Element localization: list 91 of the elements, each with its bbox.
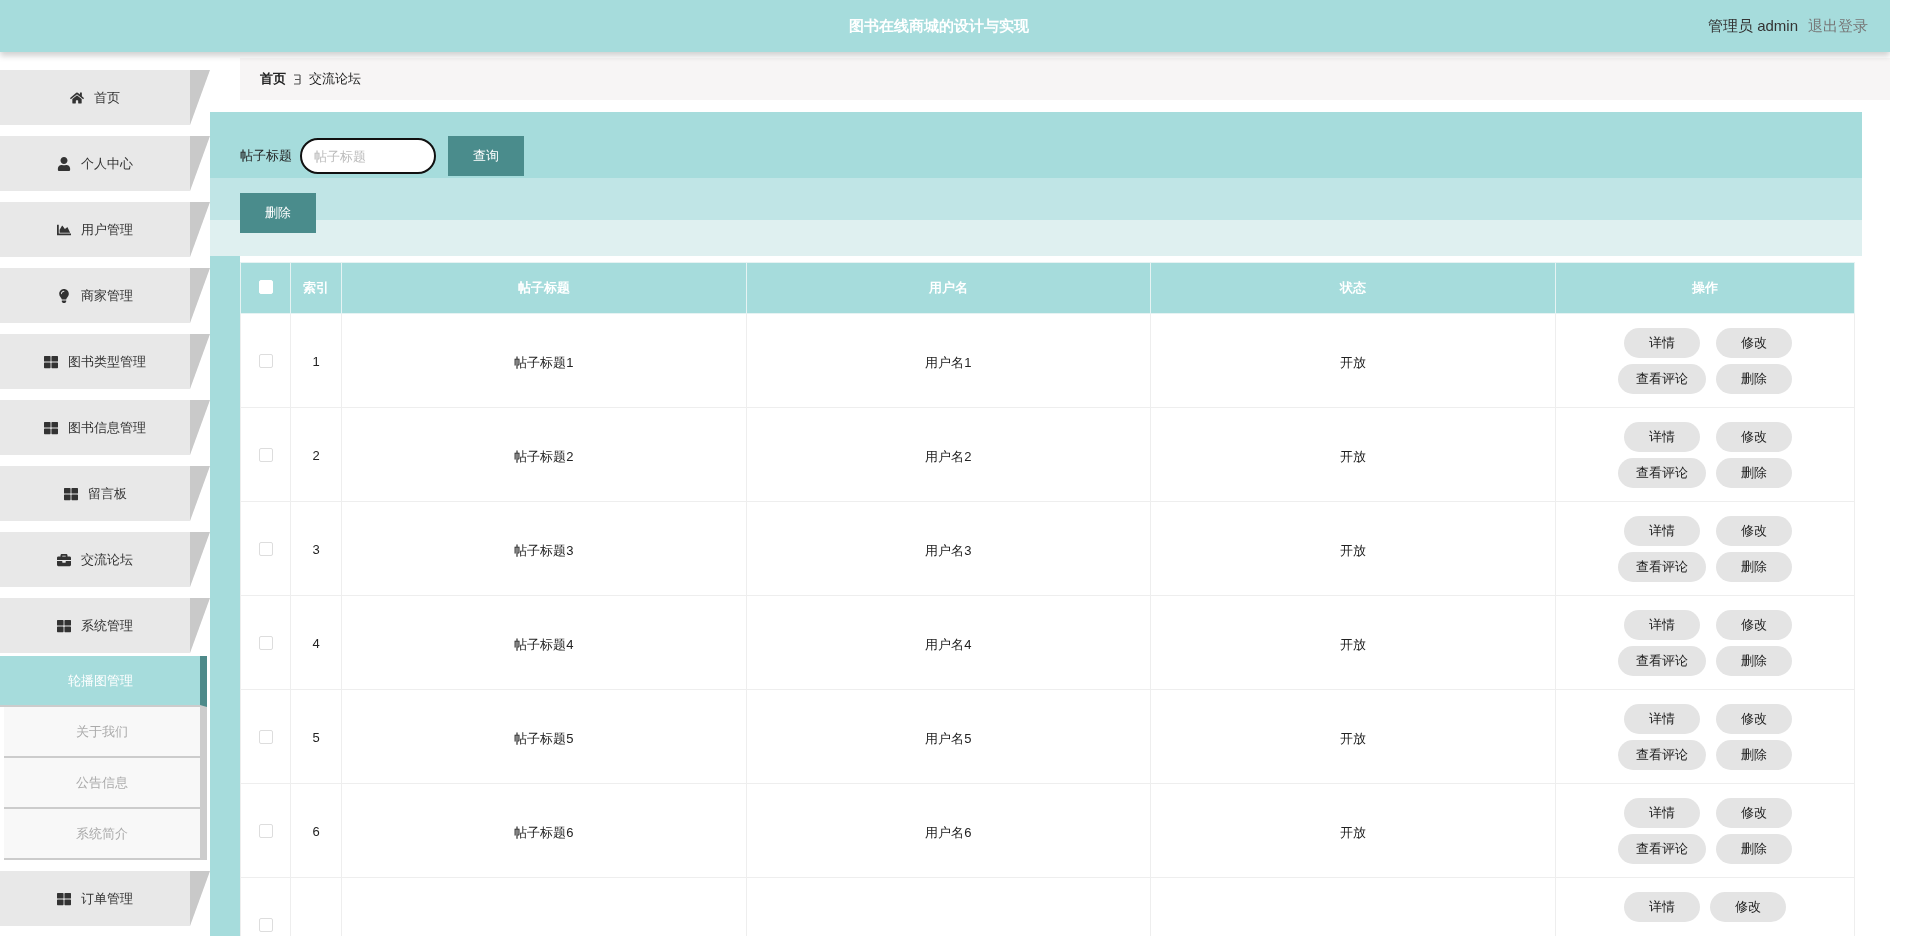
table-cell: 开放 (1340, 543, 1367, 558)
table-cell: 3 (312, 542, 320, 557)
sidebar-item-label: 图书信息管理 (68, 418, 146, 437)
column-header: 帖子标题 (341, 262, 747, 314)
action-button[interactable]: 查看评论 (1618, 552, 1706, 582)
checkbox[interactable] (258, 354, 273, 368)
chart-icon (57, 222, 71, 237)
table-cell: 5 (312, 730, 320, 745)
table-cell: 6 (312, 824, 320, 839)
separator-icon (294, 73, 301, 85)
action-button[interactable]: 修改 (1716, 610, 1792, 640)
table-cell: 用户名3 (925, 543, 972, 558)
table-cell: 开放 (1340, 449, 1367, 464)
table-cell: 用户名4 (925, 637, 972, 652)
action-button[interactable]: 删除 (1716, 834, 1792, 864)
action-button[interactable]: 删除 (1716, 364, 1792, 394)
table-cell: 帖子标题3 (514, 543, 574, 558)
column-header: 用户名 (746, 262, 1151, 314)
action-button[interactable]: 删除 (1716, 740, 1792, 770)
action-button[interactable]: 删除 (1716, 646, 1792, 676)
table-cell: 用户名2 (925, 449, 972, 464)
checkbox[interactable] (258, 542, 273, 556)
sidebar-item-label: 留言板 (87, 484, 127, 503)
breadcrumb-link[interactable]: 首页 (260, 70, 286, 88)
sidebar-item-label: 首页 (94, 88, 120, 107)
checkbox[interactable] (258, 824, 273, 838)
sidebar-item-label: 商家管理 (81, 286, 133, 305)
sidebar-item-label: 系统管理 (81, 616, 133, 635)
grid-icon (57, 618, 71, 633)
action-button[interactable]: 详情 (1624, 610, 1700, 640)
table-cell: 用户名1 (925, 355, 972, 370)
table-cell: 开放 (1340, 731, 1367, 746)
user-name: 管理员 admin (1707, 16, 1798, 36)
action-button[interactable]: 详情 (1624, 798, 1700, 828)
action-button[interactable]: 详情 (1624, 422, 1700, 452)
action-button[interactable]: 查看评论 (1618, 740, 1706, 770)
site-title: 图书在线商城的设计与实现 (848, 16, 1030, 36)
checkbox[interactable] (258, 918, 273, 932)
table-cell: 帖子标题2 (514, 449, 574, 464)
table-cell: 帖子标题4 (514, 637, 574, 652)
action-button[interactable]: 详情 (1624, 516, 1700, 546)
table-cell: 开放 (1340, 825, 1367, 840)
table-cell: 帖子标题5 (514, 731, 574, 746)
action-button[interactable]: 修改 (1716, 704, 1792, 734)
column-header: 索引 (290, 262, 342, 314)
grid-icon (57, 891, 71, 906)
sidebar-item-label: 个人中心 (81, 154, 133, 173)
search-button[interactable]: 查询 (448, 136, 524, 176)
search-label: 帖子标题 (240, 147, 292, 165)
grid-icon (44, 420, 58, 435)
action-button[interactable]: 修改 (1716, 328, 1792, 358)
table-cell: 用户名6 (925, 825, 972, 840)
home-icon (70, 90, 84, 105)
table-cell: 用户名5 (925, 731, 972, 746)
bulb-icon (57, 288, 71, 303)
action-button[interactable]: 详情 (1624, 328, 1700, 358)
delete-button[interactable]: 删除 (240, 193, 316, 233)
table-cell: 帖子标题6 (514, 825, 574, 840)
action-button[interactable]: 修改 (1710, 892, 1786, 922)
action-button[interactable]: 删除 (1716, 458, 1792, 488)
action-button[interactable]: 详情 (1624, 704, 1700, 734)
column-header: 状态 (1150, 262, 1556, 314)
action-button[interactable]: 删除 (1716, 552, 1792, 582)
user-icon (57, 156, 71, 171)
grid-icon (44, 354, 58, 369)
table-cell: 帖子标题1 (514, 355, 574, 370)
table-cell: 2 (312, 448, 320, 463)
action-button[interactable]: 修改 (1716, 516, 1792, 546)
action-button[interactable]: 查看评论 (1618, 364, 1706, 394)
action-button[interactable]: 查看评论 (1618, 834, 1706, 864)
sidebar-item-label: 订单管理 (81, 889, 133, 908)
table-cell: 1 (312, 354, 320, 369)
action-button[interactable]: 详情 (1624, 892, 1700, 922)
action-button[interactable]: 查看评论 (1618, 646, 1706, 676)
checkbox[interactable] (258, 448, 273, 462)
sidebar-item-label: 图书类型管理 (68, 352, 146, 371)
action-button[interactable]: 修改 (1716, 422, 1792, 452)
table-cell: 4 (312, 636, 320, 651)
sidebar-item-label: 用户管理 (81, 220, 133, 239)
sidebar-item-label: 交流论坛 (81, 550, 133, 569)
table-cell: 开放 (1340, 637, 1367, 652)
search-field[interactable]: 帖子标题 (300, 138, 436, 174)
breadcrumb-current: 交流论坛 (309, 70, 361, 88)
column-header: 操作 (1555, 262, 1855, 314)
grid-icon (63, 486, 78, 501)
action-button[interactable]: 修改 (1716, 798, 1792, 828)
briefcase-icon (57, 552, 71, 567)
checkbox[interactable] (258, 730, 273, 744)
table-cell: 开放 (1340, 355, 1367, 370)
checkbox[interactable] (258, 636, 273, 650)
action-button[interactable]: 查看评论 (1618, 458, 1706, 488)
